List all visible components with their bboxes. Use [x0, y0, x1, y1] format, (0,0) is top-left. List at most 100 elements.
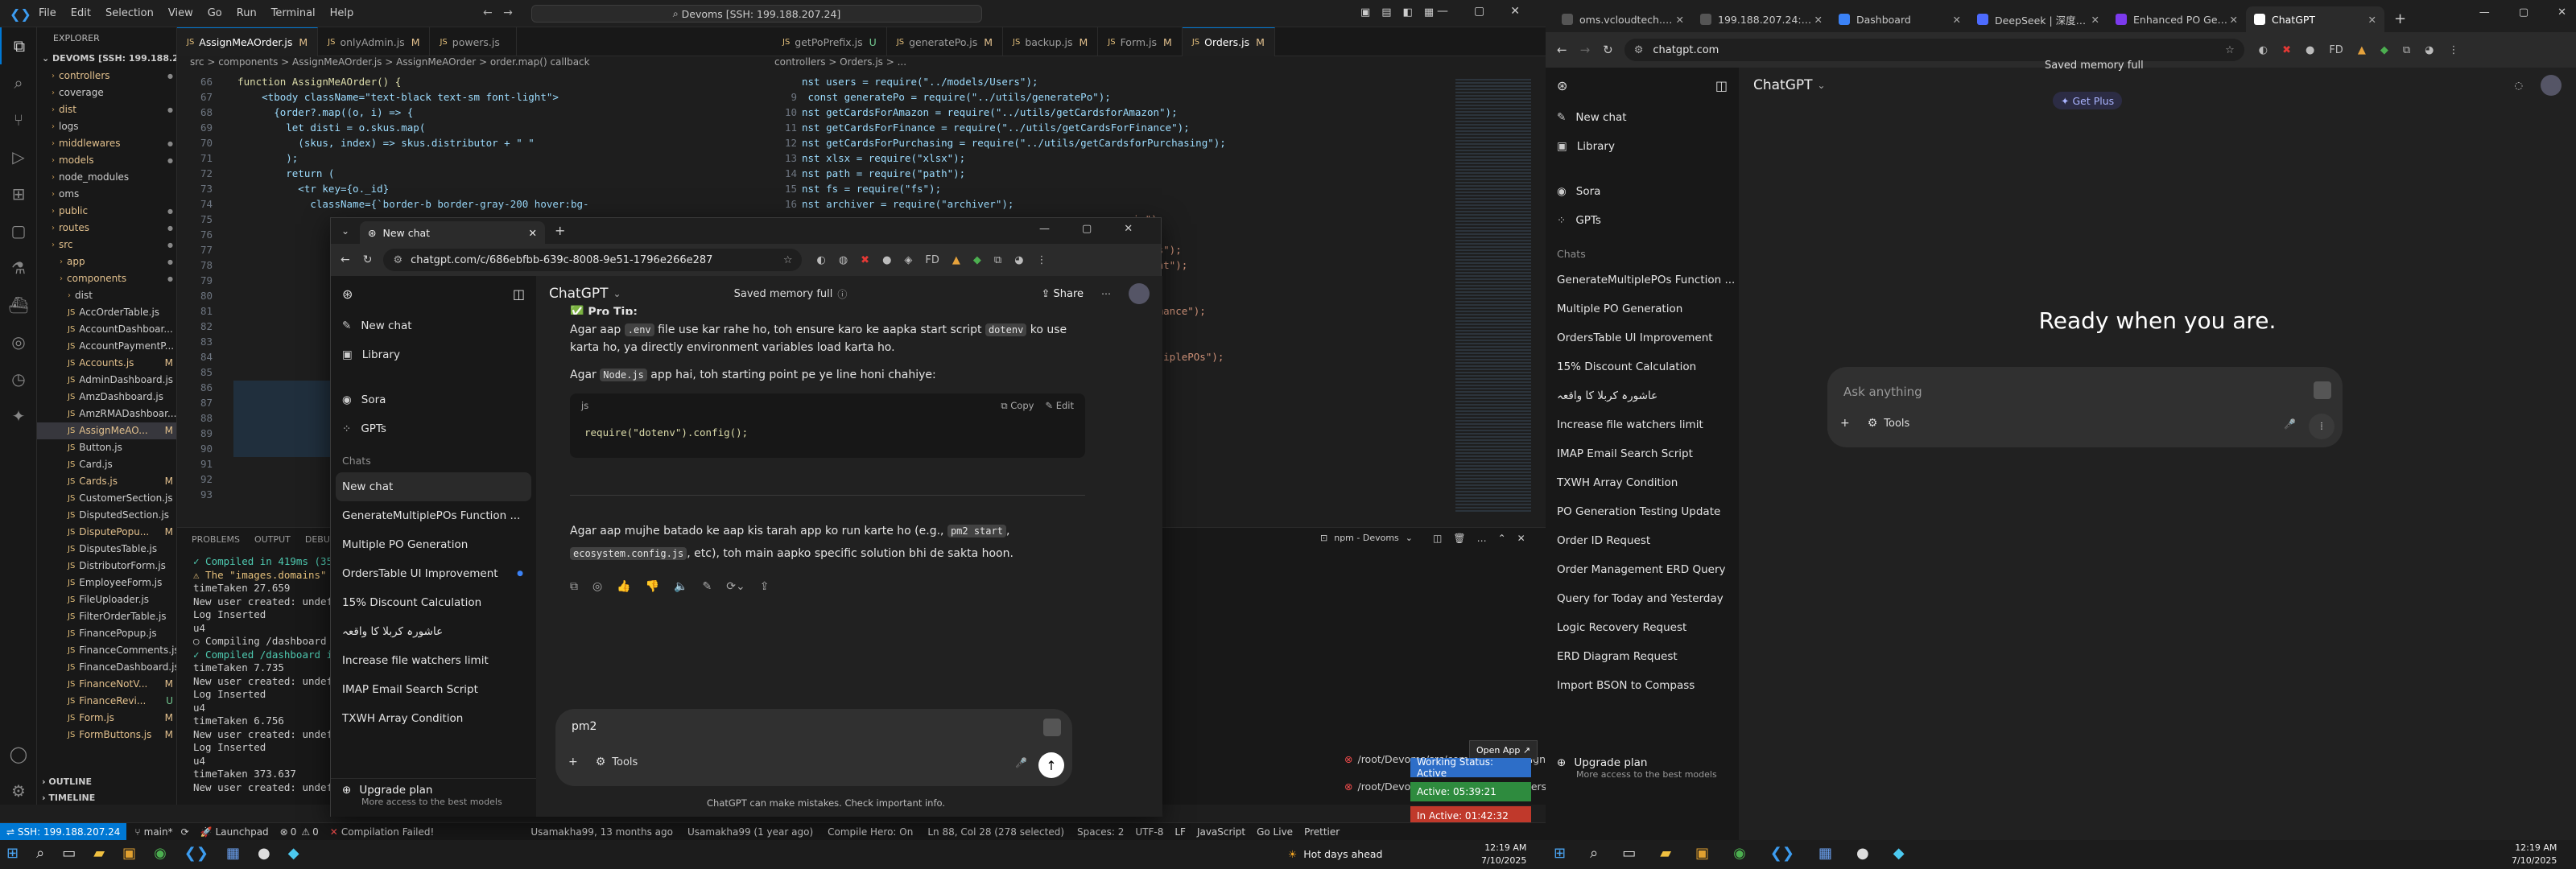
upgrade-plan-button[interactable]: ⊕ Upgrade plan More access to the best mo… — [1546, 752, 1739, 790]
folder-item[interactable]: › public ● — [37, 203, 176, 220]
menu-terminal[interactable]: Terminal — [271, 7, 316, 19]
back-icon[interactable]: ← — [341, 253, 350, 266]
editor-tab[interactable]: JS backup.js M — [1003, 27, 1099, 56]
copy-icon[interactable]: ⧉ — [570, 578, 578, 595]
minimap[interactable] — [1449, 74, 1538, 525]
vscode-icon[interactable]: ❮❯ — [1770, 845, 1794, 862]
panel-actions[interactable]: ◫ 🗑 … ⌃ ✕ — [1433, 533, 1525, 544]
account-icon[interactable]: ◯ — [0, 735, 37, 772]
folder-item[interactable]: › node_modules — [37, 169, 176, 186]
testing-icon[interactable]: ⚗ — [0, 249, 37, 286]
tab-new-chat[interactable]: ⊛ New chat ✕ — [360, 221, 545, 244]
file-item[interactable]: JS DisputePopu... M — [37, 524, 176, 541]
chrome-window-controls[interactable]: — ▢ ✕ — [1039, 223, 1133, 235]
maximize-icon[interactable]: ▢ — [2519, 6, 2529, 19]
app-icon[interactable]: ▦ — [1818, 845, 1832, 862]
file-item[interactable]: JS EmployeeForm.js — [37, 575, 176, 591]
profile-avatar[interactable]: ◕ — [1014, 254, 1023, 266]
file-item[interactable]: JS AccountDashboar... — [37, 321, 176, 338]
model-selector[interactable]: ChatGPT — [1753, 77, 1813, 93]
chat-history-item[interactable]: عاشورہ کربلا کا واقعہ — [336, 617, 531, 646]
chat-history-item[interactable]: Multiple PO Generation — [1550, 294, 1734, 323]
user-avatar[interactable] — [2541, 75, 2562, 96]
extension-icon[interactable]: FD — [925, 254, 939, 266]
chat-history-item[interactable]: عاشورہ کربلا کا واقعہ — [1550, 381, 1734, 410]
tab-close-icon[interactable]: ✕ — [529, 227, 537, 239]
folder-item[interactable]: › dist ● — [37, 101, 176, 118]
reload-icon[interactable]: ↻ — [363, 253, 373, 266]
puzzle-icon[interactable]: ✦ — [0, 397, 37, 434]
browser-tab[interactable]: 199.188.207.24:10... ✕ — [1692, 6, 1831, 32]
thumbs-down-icon[interactable]: 👎 — [646, 578, 659, 595]
share-button[interactable]: ⇪ Share — [1041, 288, 1084, 300]
tools-icon[interactable]: ⚙ — [1868, 417, 1878, 430]
menu-run[interactable]: Run — [237, 7, 257, 19]
explorer-icon[interactable]: ⧉ — [0, 27, 37, 64]
clock-right[interactable]: 12:19 AM 7/10/2025 — [2512, 842, 2557, 867]
settings-gear-icon[interactable]: ⚙ — [0, 772, 37, 809]
docker-icon[interactable]: ⛴ — [0, 286, 37, 323]
tab-close-icon[interactable]: ✕ — [1814, 14, 1823, 26]
info-icon[interactable]: ⓘ — [837, 287, 847, 301]
launchpad-label[interactable]: Launchpad — [216, 826, 269, 838]
file-item[interactable]: JS FinanceComments.js — [37, 642, 176, 659]
upgrade-plan-button[interactable]: ⊕ Upgrade plan More access to the best mo… — [331, 778, 536, 817]
browser-tab[interactable]: Enhanced PO Gen... ✕ — [2107, 6, 2246, 32]
store-icon[interactable]: ▣ — [1695, 845, 1709, 862]
sync-icon[interactable]: ⟳ — [181, 826, 189, 838]
trash-icon[interactable]: 🗑 — [1453, 533, 1465, 544]
send-button[interactable]: ↑ — [1038, 752, 1064, 778]
sidebar-item-new-chat[interactable]: ✎ New chat — [331, 311, 536, 340]
chat-history-item[interactable]: Increase file watchers limit — [1550, 410, 1734, 439]
get-plus-button[interactable]: ✦ Get Plus — [2053, 92, 2123, 109]
browser-tab[interactable]: oms.vcloudtech.u... ✕ — [1554, 6, 1692, 32]
search-icon[interactable]: ⌕ — [1590, 845, 1598, 862]
extension-icon[interactable]: ◈ — [904, 254, 912, 266]
tab-close-icon[interactable]: ✕ — [2091, 14, 2099, 26]
extensions-puzzle-icon[interactable]: ⧉ — [2403, 44, 2410, 56]
menu-view[interactable]: View — [168, 7, 193, 19]
voice-mode-button[interactable]: ⦙ — [2309, 414, 2334, 439]
close-sidebar-icon[interactable]: ◫ — [513, 286, 525, 302]
language-mode[interactable]: JavaScript — [1197, 826, 1245, 838]
minimize-icon[interactable]: — — [1039, 223, 1050, 235]
folder-item[interactable]: › coverage — [37, 84, 176, 101]
chat-history-item[interactable]: Order ID Request — [1550, 526, 1734, 555]
speaker-icon[interactable]: 🔈 — [674, 578, 687, 595]
chat-history-item[interactable]: Multiple PO Generation — [336, 530, 531, 559]
run-debug-icon[interactable]: ▷ — [0, 138, 37, 175]
chat-history-item[interactable]: Logic Recovery Request — [1550, 613, 1734, 642]
microphone-icon[interactable]: 🎤 — [2284, 418, 2296, 430]
compile-hero-toggle[interactable]: Compile Hero: On — [828, 826, 913, 838]
back-icon[interactable]: ← — [1557, 43, 1567, 57]
reload-icon[interactable]: ↻ — [1603, 43, 1613, 57]
extension-icon[interactable]: ◐ — [816, 254, 825, 266]
file-item[interactable]: JS AdminDashboard.js — [37, 372, 176, 389]
profile-avatar[interactable]: ◕ — [2425, 44, 2434, 56]
remote-icon[interactable]: ▢ — [0, 212, 37, 249]
folder-item[interactable]: › models ● — [37, 152, 176, 169]
sidebar-item-library[interactable]: ▣ Library — [1546, 132, 1739, 161]
panel-tab[interactable]: OUTPUT — [254, 534, 291, 545]
extensions-puzzle-icon[interactable]: ⧉ — [994, 254, 1001, 266]
tab-close-icon[interactable]: ✕ — [1676, 14, 1684, 26]
prettier-status[interactable]: Prettier — [1304, 826, 1340, 838]
terminal-selector[interactable]: ⊡ npm - Devoms ⌄ — [1320, 533, 1413, 543]
more-options-icon[interactable]: ⋯ — [1101, 288, 1111, 299]
chat-history-item[interactable]: PO Generation Testing Update — [1550, 497, 1734, 526]
menu-selection[interactable]: Selection — [105, 7, 154, 19]
attachment-thumb[interactable] — [2314, 381, 2331, 399]
editor-tab[interactable]: JS onlyAdmin.js M — [318, 27, 431, 56]
file-item[interactable]: JS FileUploader.js — [37, 591, 176, 608]
openai-logo-icon[interactable]: ⊛ — [342, 286, 353, 302]
folder-item[interactable]: › middlewares ● — [37, 135, 176, 152]
folder-item[interactable]: › app ● — [37, 253, 176, 270]
folder-item[interactable]: › dist — [37, 287, 176, 304]
sidebar-icon[interactable]: ◧ — [1403, 6, 1413, 19]
close-sidebar-icon[interactable]: ◫ — [1715, 78, 1728, 93]
extension-icon[interactable]: ▲ — [952, 254, 960, 266]
task-view-icon[interactable]: ▭ — [62, 845, 76, 862]
extension-icon[interactable]: ▲ — [2358, 44, 2366, 56]
windows-start-icon[interactable]: ⊞ — [1554, 845, 1566, 862]
chat-history-item[interactable]: OrdersTable UI Improvement ● — [336, 559, 531, 588]
